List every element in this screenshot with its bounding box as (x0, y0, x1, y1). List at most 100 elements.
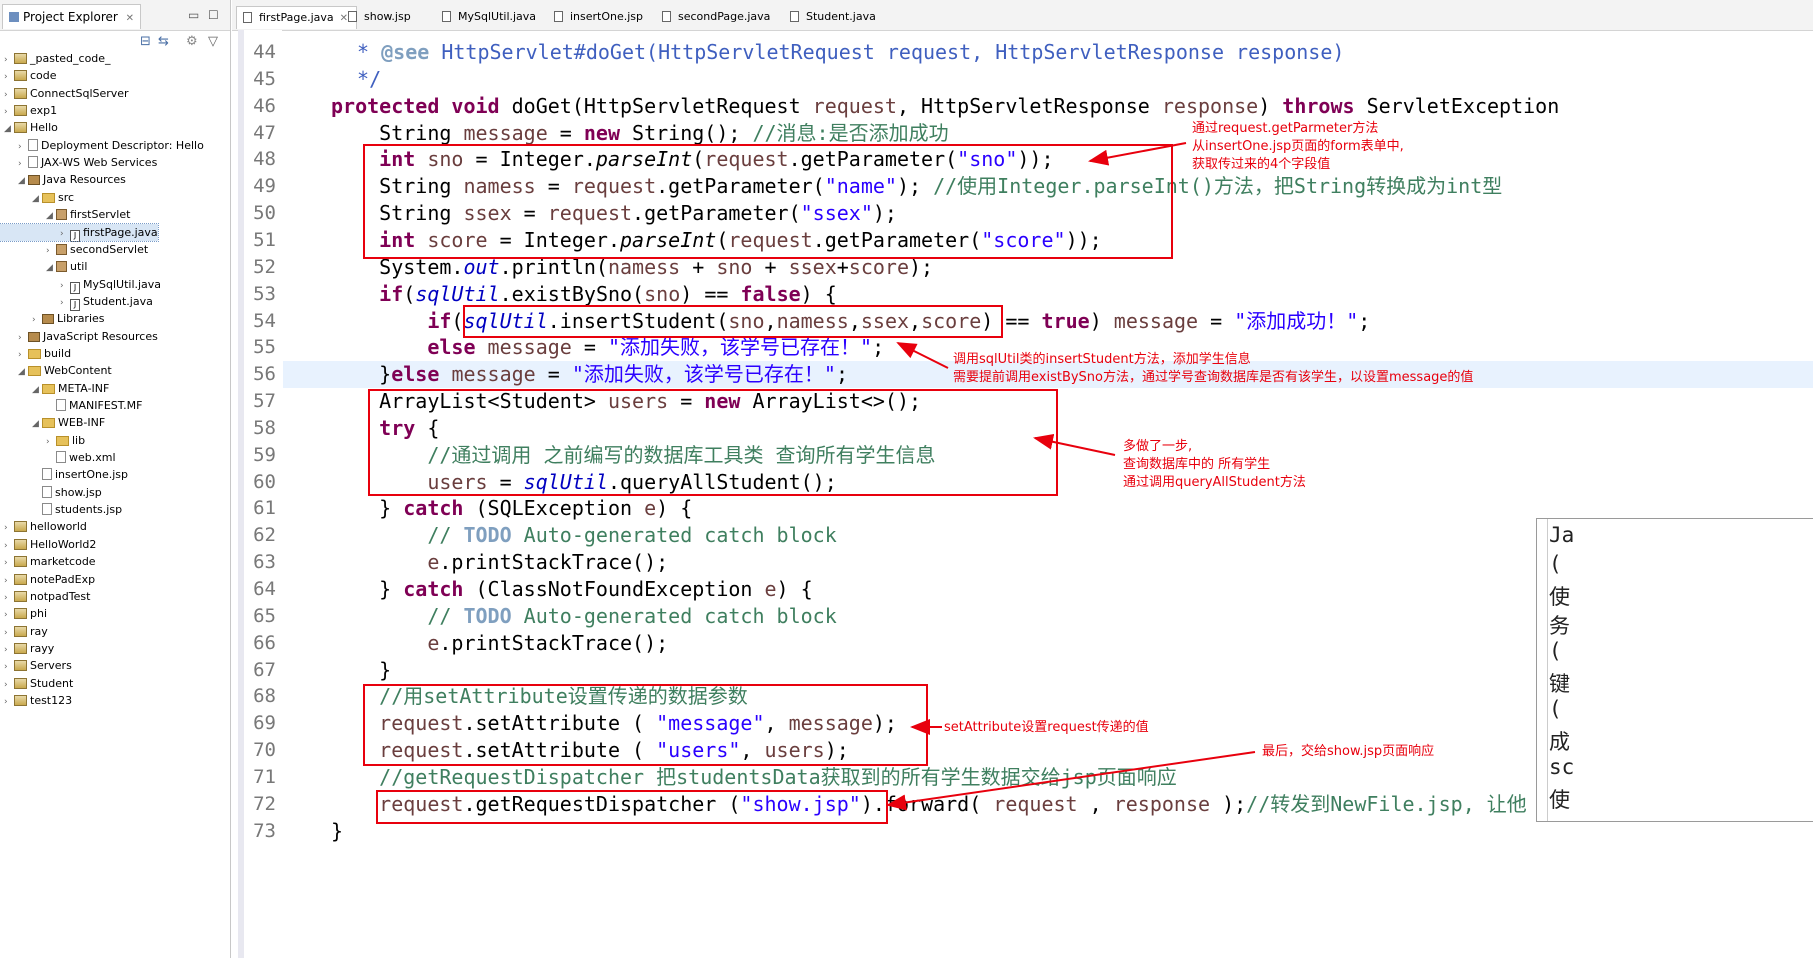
project-explorer-tab[interactable]: Project Explorer ✕ (2, 4, 142, 29)
collapse-all-icon[interactable]: ⊟ (140, 34, 151, 49)
tree-item[interactable]: › helloworld (0, 518, 87, 535)
tree-item[interactable]: › build (0, 345, 71, 362)
view-menu-icon[interactable]: ⚙ (186, 34, 198, 49)
tree-item[interactable]: › marketcode (0, 553, 96, 570)
tree-item[interactable]: › lib (0, 432, 85, 449)
code-token: , HttpServletResponse (896, 93, 1162, 118)
tree-item[interactable]: ◢ Java Resources (0, 171, 126, 188)
tree-item[interactable]: insertOne.jsp (0, 466, 128, 483)
tree-item[interactable]: show.jsp (0, 484, 102, 501)
source-folder-icon (42, 192, 55, 203)
maximize-icon[interactable]: ☐ (208, 8, 219, 22)
code-token: String (331, 120, 464, 145)
code-line[interactable]: } catch (ClassNotFoundException e) { (283, 576, 813, 603)
tree-item[interactable]: › exp1 (0, 102, 57, 119)
java-file-icon: J (70, 281, 80, 294)
tree-item[interactable]: MANIFEST.MF (0, 397, 142, 414)
code-token: = (1198, 308, 1235, 333)
code-line[interactable]: else message = "添加失败，该学号已存在！"; (283, 334, 884, 361)
tree-item-label: WebContent (44, 364, 112, 378)
code-token: } (331, 818, 344, 843)
code-token: catch (403, 496, 464, 521)
code-line[interactable]: // TODO Auto-generated catch block (283, 522, 836, 549)
tree-item[interactable]: › Libraries (0, 310, 105, 327)
tree-item[interactable]: ◢ firstServlet (0, 206, 130, 223)
jsp-file-icon (42, 503, 52, 516)
tree-item[interactable]: › rayy (0, 640, 54, 657)
tree-item[interactable]: › HelloWorld2 (0, 536, 96, 553)
tree-item[interactable]: › notePadExp (0, 571, 95, 588)
code-token: e (427, 550, 440, 575)
tree-item[interactable]: › JfirstPage.java (0, 222, 159, 242)
link-with-editor-icon[interactable]: ⇆ (158, 34, 169, 49)
tree-item[interactable]: ◢ Hello (0, 119, 58, 136)
tree-item[interactable]: ◢ util (0, 258, 87, 275)
editor-tab[interactable]: firstPage.java ✕ (236, 6, 358, 29)
tree-item[interactable]: ◢ src (0, 189, 74, 206)
tree-item[interactable]: ◢ META-INF (0, 380, 109, 397)
code-token: ) == (680, 281, 741, 306)
code-line[interactable]: if(sqlUtil.existBySno(sno) == false) { (283, 281, 837, 308)
tree-item[interactable]: › JavaScript Resources (0, 328, 158, 345)
code-line[interactable]: */ (283, 66, 381, 93)
highlight-box-getparameter (363, 144, 1173, 259)
annotation-line: 通过request.getParmeter方法 (1192, 121, 1379, 136)
code-token: e (427, 630, 440, 655)
tree-item[interactable]: › ray (0, 623, 48, 640)
tree-item[interactable]: › Deployment Descriptor: Hello (0, 137, 204, 154)
close-icon[interactable]: ✕ (126, 13, 134, 24)
tree-item[interactable]: › secondServlet (0, 241, 148, 258)
jsp-file-icon (42, 485, 52, 498)
code-token: sno (644, 281, 681, 306)
tree-item[interactable]: ◢ WebContent (0, 362, 112, 379)
tree-item[interactable]: › test123 (0, 692, 72, 709)
jsp-file-icon (42, 468, 52, 481)
tree-item[interactable]: students.jsp (0, 501, 122, 518)
chevron-down-icon[interactable]: ▽ (208, 34, 218, 49)
editor-tab-label: Student.java (806, 10, 876, 23)
code-line[interactable]: * @see HttpServlet#doGet(HttpServletRequ… (283, 39, 1344, 66)
tree-item[interactable]: › ConnectSqlServer (0, 85, 129, 102)
minimize-icon[interactable]: ▭ (188, 8, 199, 22)
code-line[interactable]: e.printStackTrace(); (283, 549, 668, 576)
code-line[interactable]: } (283, 818, 343, 845)
code-token: request (993, 791, 1078, 816)
code-line[interactable]: protected void doGet(HttpServletRequest … (283, 93, 1559, 120)
tree-item[interactable]: › J MySqlUtil.java (0, 276, 161, 294)
tree-item[interactable]: › JAX-WS Web Services (0, 154, 157, 171)
tree-item[interactable]: › notpadTest (0, 588, 90, 605)
code-line[interactable]: //getRequestDispatcher 把studentsData获取到的… (283, 764, 1177, 791)
popup-text-fragment: 使 (1549, 585, 1570, 609)
code-token: = (535, 362, 572, 387)
code-line[interactable]: String message = new String(); //消息:是否添加… (283, 120, 948, 147)
tree-item[interactable]: › J Student.java (0, 293, 153, 311)
tree-item-label: insertOne.jsp (55, 468, 129, 482)
editor-tab[interactable]: secondPage.java (656, 6, 770, 28)
tree-item[interactable]: › Student (0, 675, 73, 692)
code-line[interactable]: // TODO Auto-generated catch block (283, 603, 836, 630)
code-token: @see (381, 40, 430, 64)
line-number: 48 (253, 148, 276, 171)
editor-tab[interactable]: show.jsp (342, 6, 411, 28)
code-token: message (1113, 308, 1199, 333)
code-line[interactable]: } catch (SQLException e) { (283, 495, 692, 522)
project-icon (14, 105, 27, 117)
tree-item[interactable]: › code (0, 67, 57, 84)
javadoc-hover-popup[interactable]: Ja(使务(键(成 sc 使 (1536, 518, 1813, 822)
editor-tab[interactable]: Student.java (784, 6, 876, 28)
tree-item-label: MANIFEST.MF (69, 399, 143, 412)
code-line[interactable]: e.printStackTrace(); (283, 630, 668, 657)
code-line[interactable]: } (283, 657, 391, 684)
code-token: e (764, 577, 777, 601)
editor-tab[interactable]: MySqlUtil.java (436, 6, 536, 28)
collapsed-arrow-icon[interactable]: › (4, 694, 14, 711)
line-number: 44 (253, 41, 276, 63)
tree-item[interactable]: › phi (0, 605, 47, 622)
tree-item[interactable]: › Servers (0, 657, 72, 674)
tree-item[interactable]: web.xml (0, 449, 116, 466)
tree-item[interactable]: ◢ WEB-INF (0, 414, 105, 431)
project-icon (14, 53, 27, 64)
code-token: = (571, 335, 608, 360)
editor-tab[interactable]: insertOne.jsp (548, 6, 643, 28)
tree-item[interactable]: › _pasted_code_ (0, 50, 111, 67)
